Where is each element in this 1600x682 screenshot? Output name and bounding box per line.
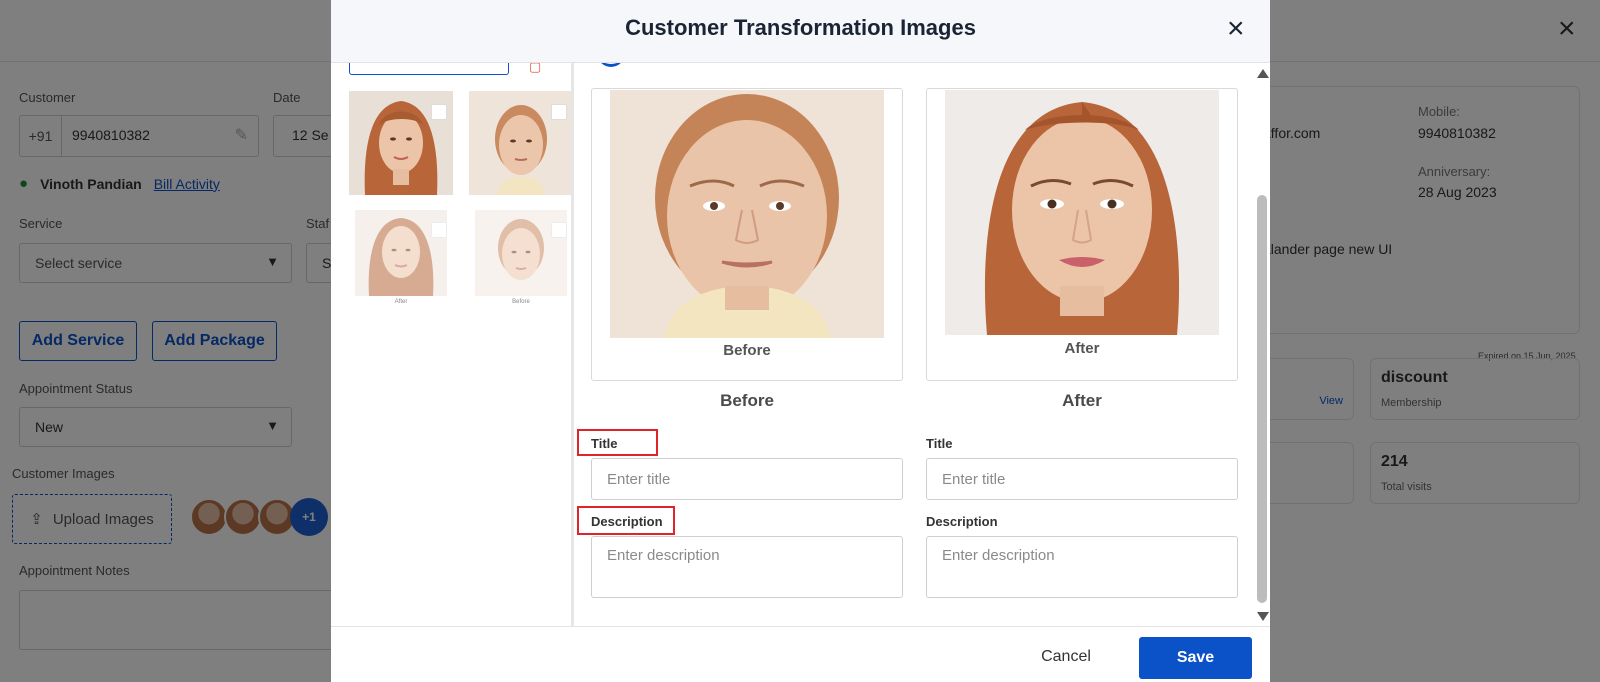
thumbnail-checkbox[interactable] (551, 104, 567, 120)
before-photo (610, 90, 884, 338)
after-description-input[interactable] (926, 536, 1238, 598)
after-photo (945, 90, 1219, 335)
thumbnail-after[interactable] (349, 91, 453, 195)
before-description-label: Description (591, 514, 663, 529)
modal-title: Customer Transformation Images (625, 15, 976, 40)
scrollbar-thumb[interactable] (1257, 195, 1267, 603)
cancel-button[interactable]: Cancel (1011, 637, 1121, 677)
thumbnail-after[interactable] (355, 210, 447, 296)
scroll-down-arrow-icon[interactable] (1257, 612, 1269, 621)
thumbnail-checkbox[interactable] (431, 222, 447, 238)
after-title-input[interactable] (926, 458, 1238, 500)
after-heading: After (1062, 391, 1102, 410)
after-title-label: Title (926, 436, 953, 451)
delete-icon[interactable]: ▢ (529, 63, 541, 75)
after-photo-caption: After (1064, 340, 1100, 357)
before-description-input[interactable] (591, 536, 903, 598)
modal-header: Customer Transformation Images × (331, 0, 1270, 63)
modal-footer: Cancel Save (331, 626, 1270, 682)
save-button[interactable]: Save (1139, 637, 1252, 679)
scrollbar[interactable] (1254, 63, 1270, 626)
transformation-images-modal: Customer Transformation Images × ▢ After… (331, 0, 1270, 682)
comparison-panel: Before Before Title Description (577, 63, 1270, 626)
thumbnail-caption: After (394, 299, 408, 305)
thumbnail-before[interactable] (475, 210, 567, 296)
after-description-label: Description (926, 514, 998, 529)
before-photo-card: Before (591, 88, 903, 381)
after-photo-card: After (926, 88, 1238, 381)
scroll-up-arrow-icon[interactable] (1257, 69, 1269, 78)
upload-button-partial[interactable] (349, 63, 509, 75)
thumbnail-checkbox[interactable] (551, 222, 567, 238)
partial-icon (597, 63, 625, 67)
thumbnail-checkbox[interactable] (431, 104, 447, 120)
before-photo-caption: Before (723, 342, 771, 359)
thumbnail-before[interactable] (469, 91, 571, 195)
thumbnail-caption: Before (512, 299, 530, 305)
title-highlight-box (577, 429, 658, 456)
before-title-label: Title (591, 436, 618, 451)
thumbnail-panel: ▢ After Before (331, 63, 574, 626)
before-title-input[interactable] (591, 458, 903, 500)
close-icon[interactable]: × (1227, 14, 1245, 44)
before-heading: Before (720, 391, 774, 410)
